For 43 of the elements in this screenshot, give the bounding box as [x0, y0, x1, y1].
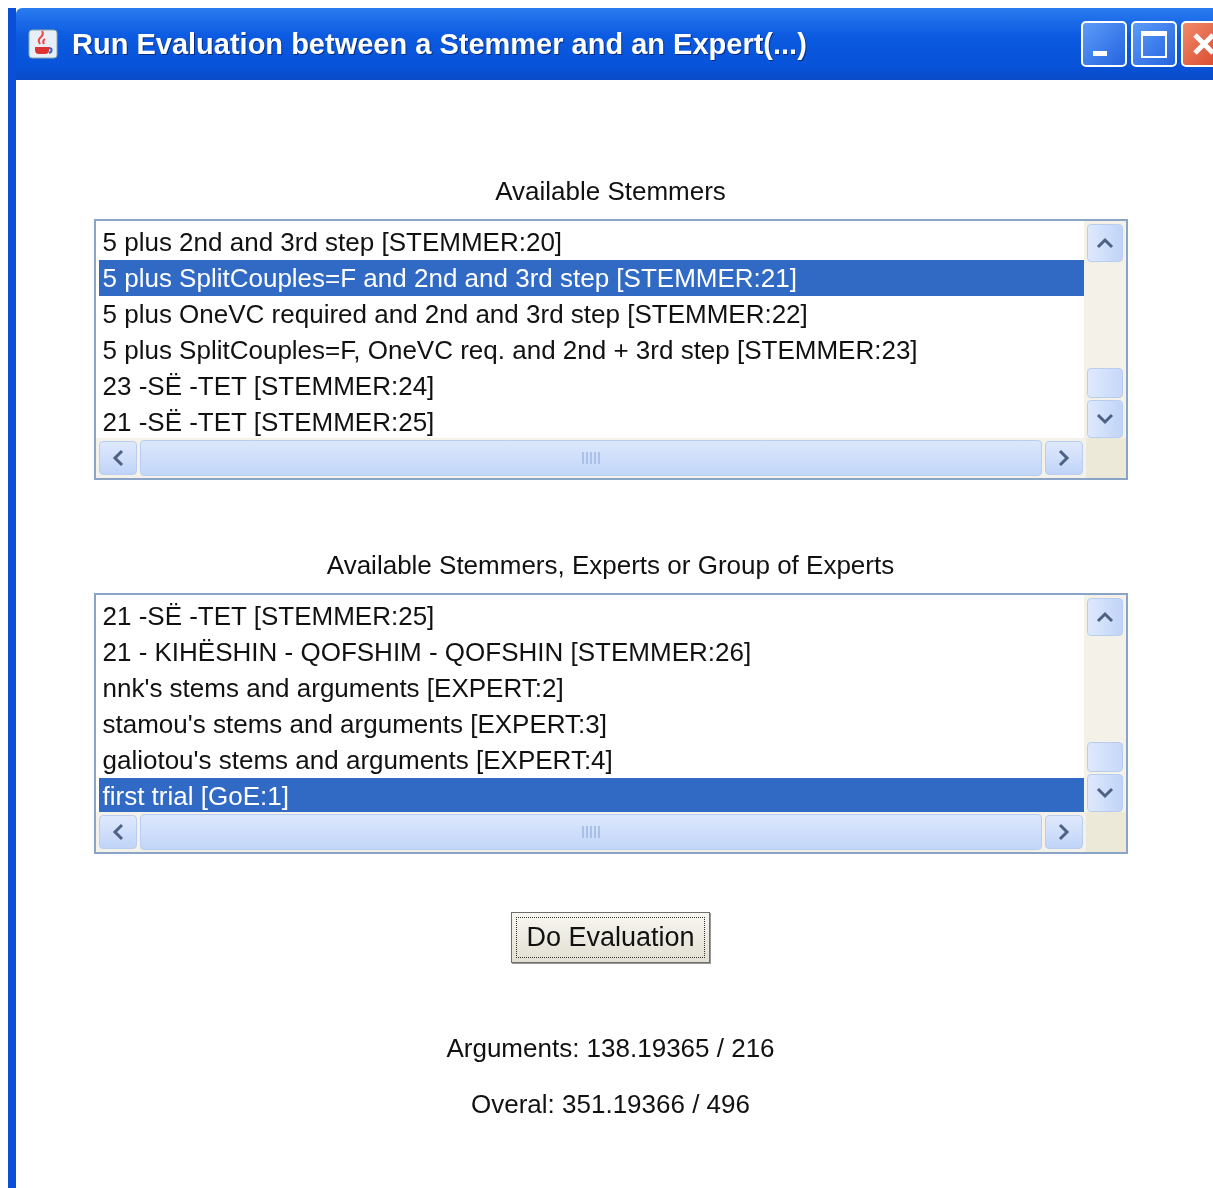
list-item[interactable]: 5 plus OneVC required and 2nd and 3rd step [STEMMER:22] [98, 296, 1084, 332]
chevron-left-icon [110, 821, 125, 843]
list-item[interactable]: 23 -SË -TET [STEMMER:24] [98, 368, 1084, 404]
list-item[interactable]: 5 plus 2nd and 3rd step [STEMMER:20] [98, 224, 1084, 260]
list-item[interactable]: first trial [GoE:1] [98, 778, 1084, 812]
result-text: Overal: 351.19366 / 496 [471, 1089, 750, 1121]
result-text: Arguments: 138.19365 / 216 [446, 1033, 775, 1065]
maximize-button[interactable] [1131, 21, 1177, 67]
chevron-left-icon [110, 447, 125, 469]
scroll-down-button[interactable] [1086, 400, 1123, 438]
scroll-up-button[interactable] [1086, 598, 1123, 636]
horizontal-scrollbar[interactable] [139, 440, 1042, 476]
list-box[interactable] [93, 593, 1128, 854]
scrollbar-corner [1085, 438, 1126, 478]
chevron-right-icon [1056, 821, 1071, 843]
chevron-right-icon [1056, 447, 1071, 469]
list-label: Available Stemmers [495, 176, 726, 207]
scrollbar-corner [1085, 812, 1126, 852]
list-item[interactable]: nnk's stems and arguments [EXPERT:2] [98, 670, 1084, 706]
list-item[interactable]: 21 -SË -TET [STEMMER:25] [98, 598, 1084, 634]
list-item[interactable]: stamou's stems and arguments [EXPERT:3] [98, 706, 1084, 742]
minimize-button[interactable] [1081, 21, 1127, 67]
scroll-left-button[interactable] [98, 815, 137, 849]
vertical-scrollbar[interactable] [1083, 595, 1126, 812]
scroll-down-button[interactable] [1086, 774, 1123, 812]
do-evaluation-button[interactable]: Do Evaluation [511, 912, 710, 963]
list-item[interactable]: 5 plus SplitCouples=F and 2nd and 3rd step [STEMMER:21] [98, 260, 1084, 296]
scroll-left-button[interactable] [98, 441, 137, 475]
list-item[interactable]: galiotou's stems and arguments [EXPERT:4] [98, 742, 1084, 778]
list-label: Available Stemmers, Experts or Group of Experts [326, 550, 895, 581]
list-item[interactable]: 21 -SË -TET [STEMMER:25] [98, 404, 1084, 438]
horizontal-scrollbar[interactable] [139, 814, 1042, 850]
list-item[interactable]: 5 plus SplitCouples=F, OneVC req. and 2nd + 3rd step [STEMMER:23] [98, 332, 1084, 368]
list-item[interactable]: 21 - KIHËSHIN - QOFSHIM - QOFSHIN [STEMMER:26] [98, 634, 1084, 670]
window-title: Run Evaluation between a Stemmer and an Expert(...) [72, 27, 808, 61]
scroll-right-button[interactable] [1044, 815, 1083, 849]
scroll-thumb[interactable] [1086, 368, 1123, 398]
scroll-right-button[interactable] [1044, 441, 1083, 475]
vertical-scrollbar[interactable] [1083, 221, 1126, 438]
list-box[interactable] [93, 219, 1128, 480]
scroll-thumb[interactable] [1086, 742, 1123, 772]
scroll-up-button[interactable] [1086, 224, 1123, 262]
cup-icon [28, 29, 58, 59]
